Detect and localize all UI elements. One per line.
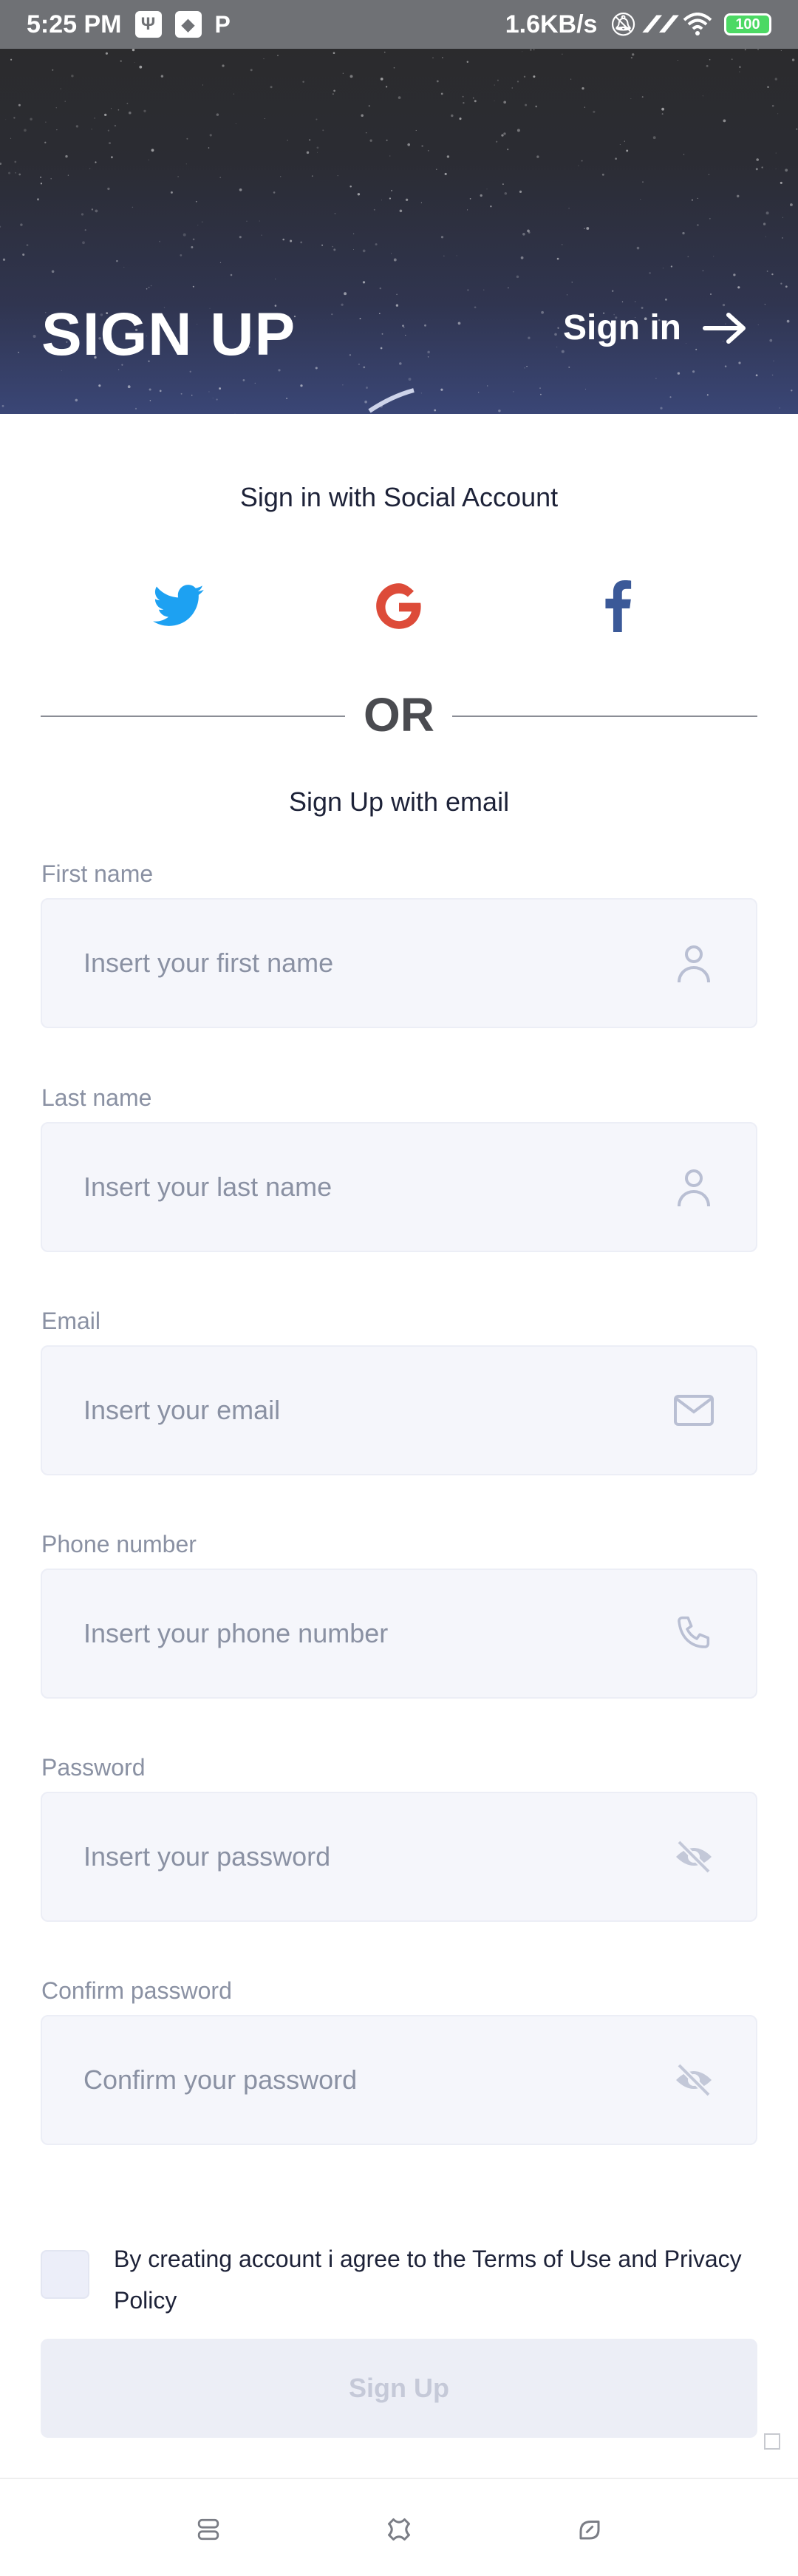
divider-line-right [452, 716, 757, 717]
sign-in-label: Sign in [563, 308, 681, 347]
first-name-label: First name [41, 860, 154, 887]
status-bar: 5:25 PM Ψ ◆ P 1.6KB/s 🔕︎ ⁄⁄⁄⁄ ⁄⁄⁄⁄ 100 [0, 0, 798, 49]
confirm-password-input[interactable] [83, 2064, 673, 2096]
email-field[interactable] [41, 1345, 757, 1475]
or-divider: OR [364, 688, 434, 741]
email-signup-heading: Sign Up with email [288, 786, 510, 817]
back-icon [579, 2521, 600, 2540]
hero-banner: SIGN UP Sign in [0, 49, 798, 414]
eye-off-icon[interactable] [673, 2059, 715, 2101]
social-heading: Sign in with Social Account [239, 482, 559, 512]
sign-up-button[interactable]: Sign Up [41, 2339, 757, 2438]
google-icon [376, 583, 421, 629]
usb-icon: Ψ [134, 11, 162, 38]
first-name-field[interactable] [41, 898, 757, 1028]
wifi-icon [683, 13, 712, 35]
confirm-password-label: Confirm password [41, 1977, 232, 2004]
phone-input[interactable] [83, 1618, 673, 1649]
terms-checkbox[interactable] [41, 2250, 89, 2299]
back-nav-button[interactable] [567, 2507, 612, 2552]
password-label: Password [41, 1754, 146, 1781]
signal-icon: ⁄⁄⁄⁄ [666, 10, 674, 38]
facebook-button[interactable] [588, 577, 647, 636]
password-input[interactable] [83, 1841, 673, 1872]
confirm-password-field[interactable] [41, 2015, 757, 2145]
facebook-icon [605, 580, 632, 632]
mute-icon: 🔕︎ [609, 12, 638, 37]
signal-icon: ⁄⁄⁄⁄ [649, 10, 658, 38]
phone-label: Phone number [41, 1531, 197, 1557]
arrow-right-icon [703, 312, 746, 344]
last-name-input[interactable] [83, 1172, 673, 1203]
person-icon [673, 1166, 715, 1208]
social-buttons [0, 577, 798, 636]
nav-bar-separator [0, 2478, 798, 2479]
eye-off-icon[interactable] [673, 1836, 715, 1877]
phone-field[interactable] [41, 1569, 757, 1699]
page-title: SIGN UP [41, 301, 296, 368]
status-time: 5:25 PM [27, 10, 122, 38]
mail-icon [673, 1390, 715, 1431]
battery-indicator: 100 [724, 13, 771, 35]
email-input[interactable] [83, 1395, 673, 1426]
floating-square-icon [764, 2433, 780, 2450]
first-name-input[interactable] [83, 948, 673, 979]
menu-nav-button[interactable] [186, 2507, 231, 2552]
last-name-field[interactable] [41, 1122, 757, 1252]
person-icon [673, 942, 715, 984]
twitter-icon [153, 585, 204, 626]
home-icon [388, 2518, 410, 2541]
google-button[interactable] [369, 577, 429, 636]
last-name-label: Last name [41, 1084, 152, 1111]
phone-icon [673, 1613, 715, 1654]
menu-icon [197, 2518, 219, 2541]
twitter-button[interactable] [149, 577, 208, 636]
password-field[interactable] [41, 1792, 757, 1922]
shield-icon: ◆ [174, 11, 202, 38]
terms-agreement-text: By creating account i agree to the Terms… [114, 2246, 742, 2314]
p-icon: P [214, 10, 231, 38]
sign-in-link[interactable]: Sign in [563, 307, 746, 348]
home-nav-button[interactable] [377, 2507, 421, 2552]
email-label: Email [41, 1308, 101, 1334]
net-speed: 1.6KB/s [505, 10, 598, 38]
